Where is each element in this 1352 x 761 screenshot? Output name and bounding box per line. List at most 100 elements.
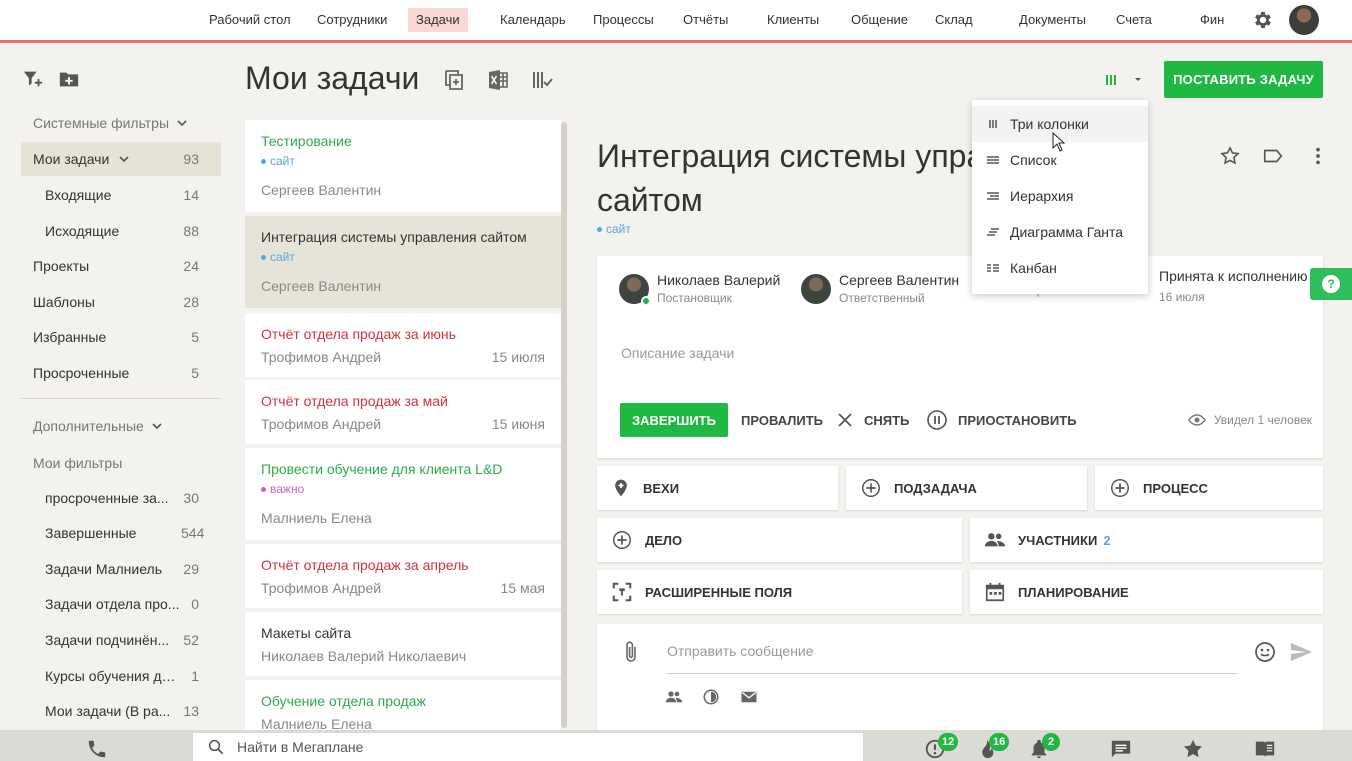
chevron-down-icon xyxy=(152,423,162,430)
sidebar-item-label: Задачи отдела про... xyxy=(45,596,180,612)
task-person: Николаев Валерий Николаевич xyxy=(261,648,467,664)
emoji-icon[interactable] xyxy=(1253,640,1277,664)
nav-finance[interactable]: Фин xyxy=(1192,8,1230,32)
view-menu-hierarchy[interactable]: Иерархия xyxy=(972,178,1148,214)
sidebar-filter-item[interactable]: Задачи подчинён... 52 xyxy=(21,623,221,657)
extended-fields-tile[interactable]: РАСШИРЕННЫЕ ПОЛЯ xyxy=(597,570,962,614)
message-input[interactable]: Отправить сообщение xyxy=(667,640,1237,674)
sidebar-filter-item[interactable]: Задачи отдела про... 0 xyxy=(21,587,221,621)
copy-add-icon[interactable] xyxy=(442,68,466,92)
task-card[interactable]: Отчёт отдела продаж за июнь Трофимов Анд… xyxy=(245,313,561,377)
view-menu-gantt[interactable]: Диаграмма Ганта xyxy=(972,214,1148,250)
columns-check-icon[interactable] xyxy=(530,68,554,92)
process-tile[interactable]: ПРОЦЕСС xyxy=(1095,466,1323,510)
task-card[interactable]: Отчёт отдела продаж за апрель Трофимов А… xyxy=(245,544,561,608)
sidebar-filter-item[interactable]: Задачи Малниель 29 xyxy=(21,552,221,586)
send-icon[interactable] xyxy=(1289,640,1313,664)
mail-icon[interactable] xyxy=(740,688,758,706)
add-task-button[interactable]: ПОСТАВИТЬ ЗАДАЧУ xyxy=(1164,61,1323,98)
status[interactable]: Принята к исполнению 16 июля xyxy=(1159,268,1308,304)
gear-icon[interactable] xyxy=(1252,9,1274,31)
task-date: 15 июля xyxy=(491,349,545,365)
task-card[interactable]: Отчёт отдела продаж за май Трофимов Андр… xyxy=(245,380,561,444)
fields-icon xyxy=(612,582,632,602)
responsible[interactable]: Сергеев Валентин Ответственный xyxy=(801,272,959,305)
calendar-icon xyxy=(985,582,1005,602)
sidebar-system-filters[interactable]: Системные фильтры xyxy=(21,106,221,140)
task-card[interactable]: Обучение отдела продаж Малниель Елена xyxy=(245,680,561,730)
view-menu-kanban[interactable]: Канбан xyxy=(972,250,1148,286)
task-title: Макеты сайта xyxy=(261,625,352,641)
nav-clients[interactable]: Клиенты xyxy=(759,8,827,32)
sidebar-filter-item[interactable]: Мои задачи (В ра... 13 xyxy=(21,694,221,728)
sidebar-item-my-tasks[interactable]: Мои задачи 93 xyxy=(21,142,221,176)
phone-icon[interactable] xyxy=(86,738,108,760)
sidebar-filter-item[interactable]: Завершенные 544 xyxy=(21,516,221,550)
view-switch-button[interactable] xyxy=(1100,68,1148,92)
nav-processes[interactable]: Процессы xyxy=(585,8,662,32)
description-field[interactable]: Описание задачи xyxy=(621,345,734,361)
sidebar-filter-item[interactable]: просроченные за... 30 xyxy=(21,481,221,515)
eye-icon xyxy=(1187,414,1206,426)
task-card[interactable]: Провести обучение для клиента L&D важно … xyxy=(245,448,561,540)
planning-tile[interactable]: ПЛАНИРОВАНИЕ xyxy=(970,570,1323,614)
deal-tile[interactable]: ДЕЛО xyxy=(597,518,962,562)
sidebar-additional[interactable]: Дополнительные xyxy=(21,409,221,443)
sidebar-item-projects[interactable]: Проекты 24 xyxy=(21,249,221,283)
task-list-scrollbar[interactable] xyxy=(561,122,567,728)
task-title: Тестирование xyxy=(261,133,352,149)
nav-desktop[interactable]: Рабочий стол xyxy=(201,8,299,32)
sidebar-item-templates[interactable]: Шаблоны 28 xyxy=(21,285,221,319)
nav-invoices[interactable]: Счета xyxy=(1108,8,1160,32)
filter-add-icon[interactable] xyxy=(22,68,44,90)
remove-button[interactable]: СНЯТЬ xyxy=(836,403,909,437)
help-button[interactable]: ? xyxy=(1310,268,1352,300)
chat-icon[interactable] xyxy=(1110,738,1132,760)
excel-icon[interactable] xyxy=(486,68,510,92)
people-icon[interactable] xyxy=(665,688,683,706)
task-person: Сергеев Валентин xyxy=(261,182,382,198)
sidebar-item-incoming[interactable]: Входящие 14 xyxy=(21,178,221,212)
task-card[interactable]: Макеты сайта Николаев Валерий Николаевич xyxy=(245,612,561,676)
nav-communication[interactable]: Общение xyxy=(843,8,916,32)
sidebar-item-outgoing[interactable]: Исходящие 88 xyxy=(21,214,221,248)
top-nav: Рабочий стол Сотрудники Задачи Календарь… xyxy=(0,0,1352,43)
attach-icon[interactable] xyxy=(621,640,641,664)
nav-reports[interactable]: Отчёты xyxy=(675,8,736,32)
pause-button[interactable]: ПРИОСТАНОВИТЬ xyxy=(926,403,1077,437)
star-icon[interactable] xyxy=(1182,738,1204,760)
user-avatar[interactable] xyxy=(1289,5,1319,35)
owner[interactable]: Николаев Валерий Постановщик xyxy=(619,272,780,306)
more-vert-icon[interactable] xyxy=(1307,145,1329,167)
task-person: Трофимов Андрей xyxy=(261,349,382,365)
timer-icon[interactable] xyxy=(702,688,720,706)
folder-add-icon[interactable] xyxy=(58,68,80,90)
global-search[interactable]: Найти в Мегаплане xyxy=(193,733,863,761)
nav-employees[interactable]: Сотрудники xyxy=(309,8,395,32)
fail-button[interactable]: ПРОВАЛИТЬ xyxy=(741,403,823,437)
chevron-down-icon xyxy=(119,156,129,163)
sidebar-item-label: Просроченные xyxy=(33,365,130,381)
sidebar-filter-item[interactable]: Курсы обучения дл... 1 xyxy=(21,659,221,693)
sidebar-section-label: Дополнительные xyxy=(33,418,144,434)
sidebar-item-count: 52 xyxy=(183,632,199,648)
search-icon xyxy=(208,739,224,755)
nav-tasks[interactable]: Задачи xyxy=(408,8,468,32)
book-icon[interactable] xyxy=(1254,738,1276,760)
nav-calendar[interactable]: Календарь xyxy=(492,8,574,32)
subtask-tile[interactable]: ПОДЗАДАЧА xyxy=(846,466,1087,510)
task-detail-tag[interactable]: сайт xyxy=(597,222,631,236)
sidebar-item-overdue[interactable]: Просроченные 5 xyxy=(21,356,221,390)
task-card[interactable]: Тестирование сайт Сергеев Валентин xyxy=(245,120,561,212)
star-icon[interactable] xyxy=(1219,145,1241,167)
task-card[interactable]: Интеграция системы управления сайтом сай… xyxy=(245,216,561,308)
participants-tile[interactable]: УЧАСТНИКИ 2 xyxy=(970,518,1323,562)
nav-documents[interactable]: Документы xyxy=(1011,8,1094,32)
milestones-tile[interactable]: ВЕХИ xyxy=(597,466,838,510)
label-icon[interactable] xyxy=(1262,145,1284,167)
responsible-role: Ответственный xyxy=(839,291,925,305)
complete-button[interactable]: ЗАВЕРШИТЬ xyxy=(620,403,728,437)
task-tag: сайт xyxy=(261,154,545,168)
nav-warehouse[interactable]: Склад xyxy=(927,8,981,32)
sidebar-item-favorites[interactable]: Избранные 5 xyxy=(21,320,221,354)
